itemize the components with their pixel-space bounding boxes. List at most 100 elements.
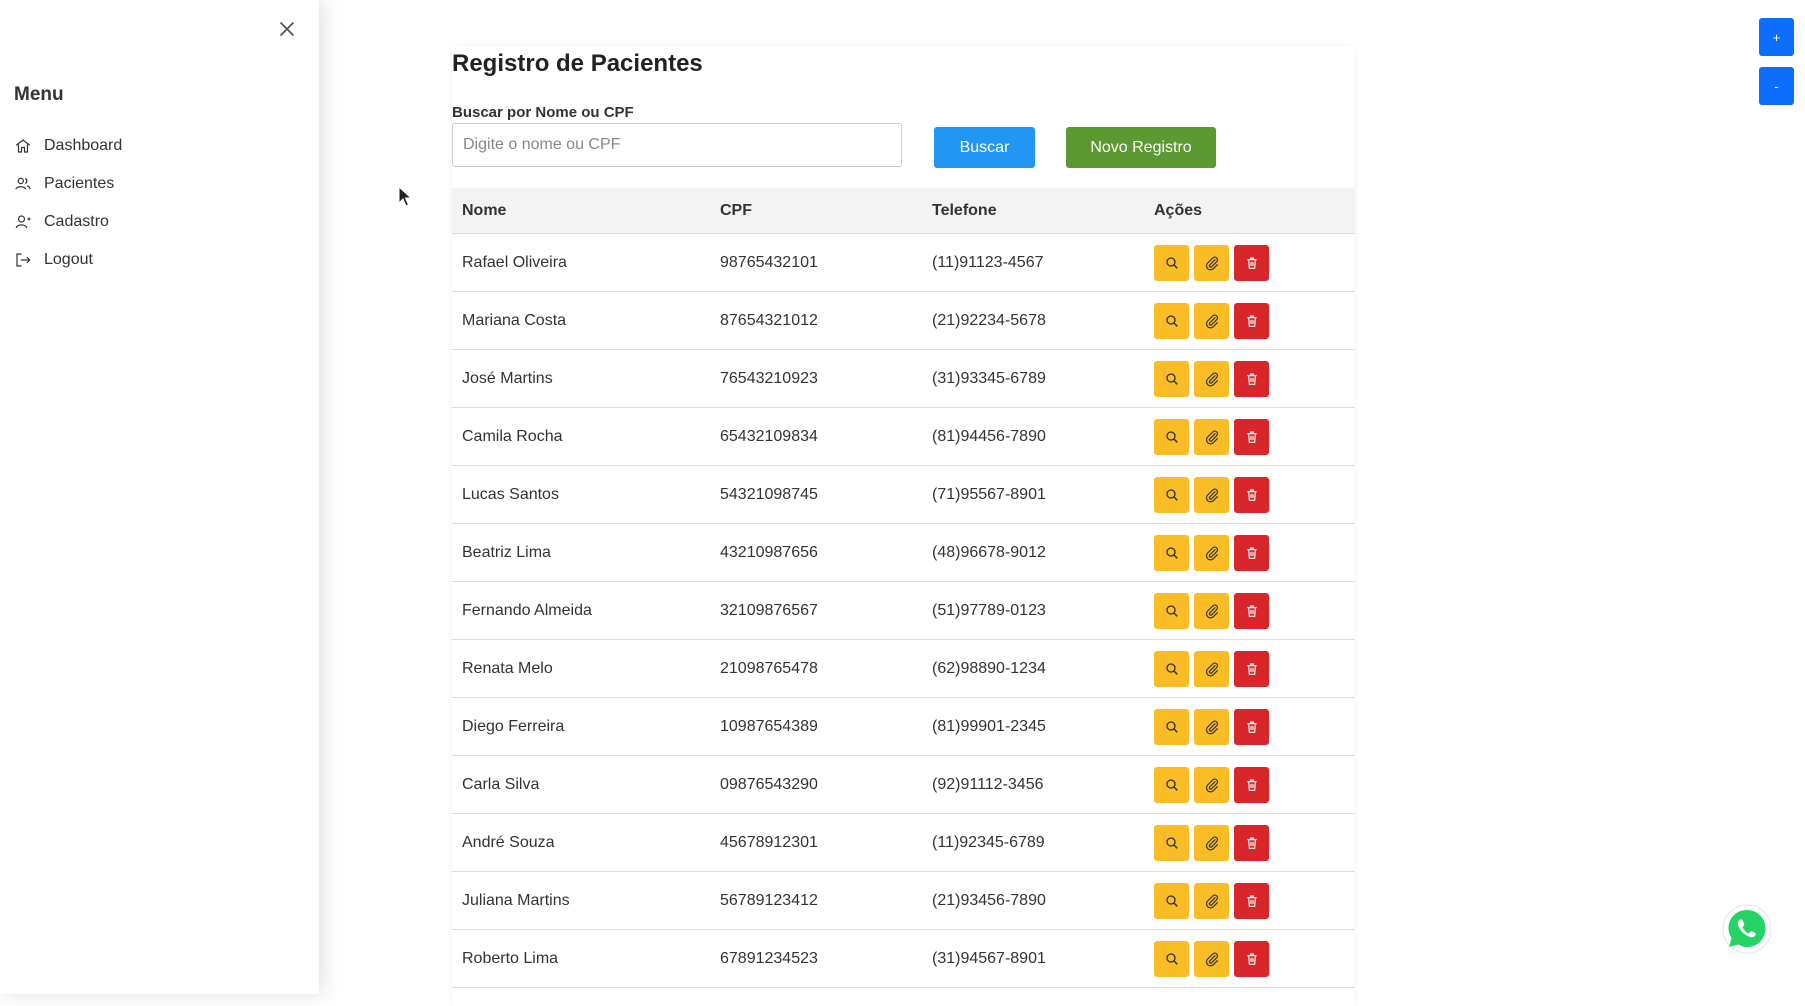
delete-button[interactable] [1234, 360, 1269, 397]
delete-button[interactable] [1234, 418, 1269, 455]
trash-icon [1246, 372, 1257, 385]
mouse-cursor-icon [398, 186, 412, 207]
view-button[interactable] [1154, 244, 1189, 281]
cell-acoes [1144, 465, 1355, 524]
cell-cpf: 45678912301 [710, 813, 922, 872]
cell-telefone: (48)96678-9012 [922, 523, 1144, 582]
zoom-out-button[interactable]: - [1759, 67, 1794, 105]
delete-button[interactable] [1234, 534, 1269, 571]
attach-button[interactable] [1194, 824, 1229, 861]
search-icon [1165, 372, 1178, 385]
delete-button[interactable] [1234, 302, 1269, 339]
view-button[interactable] [1154, 476, 1189, 513]
search-icon [1165, 256, 1178, 269]
cell-telefone: (21)92234-5678 [922, 291, 1144, 350]
zoom-in-button[interactable]: + [1759, 18, 1794, 56]
sidebar-item-label: Pacientes [44, 175, 115, 192]
row-actions [1154, 592, 1355, 629]
menu-title: Menu [14, 84, 64, 105]
view-button[interactable] [1154, 766, 1189, 803]
view-button[interactable] [1154, 592, 1189, 629]
row-actions [1154, 476, 1355, 513]
table-row: Camila Rocha 65432109834 (81)94456-7890 [452, 407, 1355, 466]
row-actions [1154, 824, 1355, 861]
search-input[interactable] [452, 123, 902, 167]
view-button[interactable] [1154, 534, 1189, 571]
search-icon [1165, 430, 1178, 443]
row-actions [1154, 940, 1355, 977]
delete-button[interactable] [1234, 708, 1269, 745]
logout-icon [16, 253, 31, 267]
attach-button[interactable] [1194, 418, 1229, 455]
delete-button[interactable] [1234, 882, 1269, 919]
cell-acoes [1144, 871, 1355, 930]
cell-telefone: (92)91112-3456 [922, 755, 1144, 814]
attach-button[interactable] [1194, 650, 1229, 687]
cell-cpf: 43210987656 [710, 523, 922, 582]
cell-telefone: (31)93345-6789 [922, 349, 1144, 408]
paperclip-icon [1205, 778, 1218, 792]
cell-cpf: 10987654389 [710, 697, 922, 756]
cell-nome: André Souza [452, 813, 710, 872]
delete-button[interactable] [1234, 766, 1269, 803]
cell-nome: Renata Melo [452, 639, 710, 698]
view-button[interactable] [1154, 824, 1189, 861]
row-actions [1154, 534, 1355, 571]
header-acoes: Ações [1144, 188, 1355, 234]
cell-cpf: 98765432101 [710, 233, 922, 292]
cell-telefone: (51)97789-0123 [922, 581, 1144, 640]
attach-button[interactable] [1194, 708, 1229, 745]
attach-button[interactable] [1194, 882, 1229, 919]
delete-button[interactable] [1234, 824, 1269, 861]
search-icon [1165, 952, 1178, 965]
attach-button[interactable] [1194, 940, 1229, 977]
whatsapp-icon[interactable] [1722, 904, 1772, 954]
close-icon[interactable] [274, 16, 300, 42]
delete-button[interactable] [1234, 940, 1269, 977]
header-telefone: Telefone [922, 188, 1144, 234]
sidebar-item-pacientes[interactable]: Pacientes [14, 165, 122, 203]
row-actions [1154, 708, 1355, 745]
table-row: Carla Silva 09876543290 (92)91112-3456 [452, 755, 1355, 814]
view-button[interactable] [1154, 302, 1189, 339]
delete-button[interactable] [1234, 592, 1269, 629]
search-button[interactable]: Buscar [934, 127, 1035, 168]
delete-button[interactable] [1234, 476, 1269, 513]
attach-button[interactable] [1194, 766, 1229, 803]
new-record-button[interactable]: Novo Registro [1066, 127, 1216, 168]
table-row: Mariana Costa 87654321012 (21)92234-5678 [452, 291, 1355, 350]
attach-button[interactable] [1194, 534, 1229, 571]
table-row: André Souza 45678912301 (11)92345-6789 [452, 813, 1355, 872]
view-button[interactable] [1154, 418, 1189, 455]
table-row: José Martins 76543210923 (31)93345-6789 [452, 349, 1355, 408]
view-button[interactable] [1154, 650, 1189, 687]
view-button[interactable] [1154, 882, 1189, 919]
attach-button[interactable] [1194, 592, 1229, 629]
view-button[interactable] [1154, 708, 1189, 745]
cell-acoes [1144, 233, 1355, 292]
attach-button[interactable] [1194, 476, 1229, 513]
cell-cpf: 56789123412 [710, 871, 922, 930]
sidebar-item-logout[interactable]: Logout [14, 241, 122, 279]
view-button[interactable] [1154, 940, 1189, 977]
table-row: Beatriz Lima 43210987656 (48)96678-9012 [452, 523, 1355, 582]
sidebar-item-dashboard[interactable]: Dashboard [14, 127, 122, 165]
view-button[interactable] [1154, 360, 1189, 397]
trash-icon [1246, 720, 1257, 733]
cell-acoes [1144, 929, 1355, 988]
cell-acoes [1144, 291, 1355, 350]
attach-button[interactable] [1194, 360, 1229, 397]
sidebar-item-label: Logout [44, 251, 93, 268]
sidebar-item-cadastro[interactable]: Cadastro [14, 203, 122, 241]
page-title: Registro de Pacientes [452, 50, 703, 77]
attach-button[interactable] [1194, 302, 1229, 339]
cell-nome: Fernando Almeida [452, 581, 710, 640]
delete-button[interactable] [1234, 650, 1269, 687]
cell-cpf: 76543210923 [710, 349, 922, 408]
paperclip-icon [1205, 314, 1218, 328]
attach-button[interactable] [1194, 244, 1229, 281]
menu-list: Dashboard Pacientes Cadastro Logout [14, 127, 122, 279]
cell-acoes [1144, 697, 1355, 756]
delete-button[interactable] [1234, 244, 1269, 281]
cell-nome: Camila Rocha [452, 407, 710, 466]
